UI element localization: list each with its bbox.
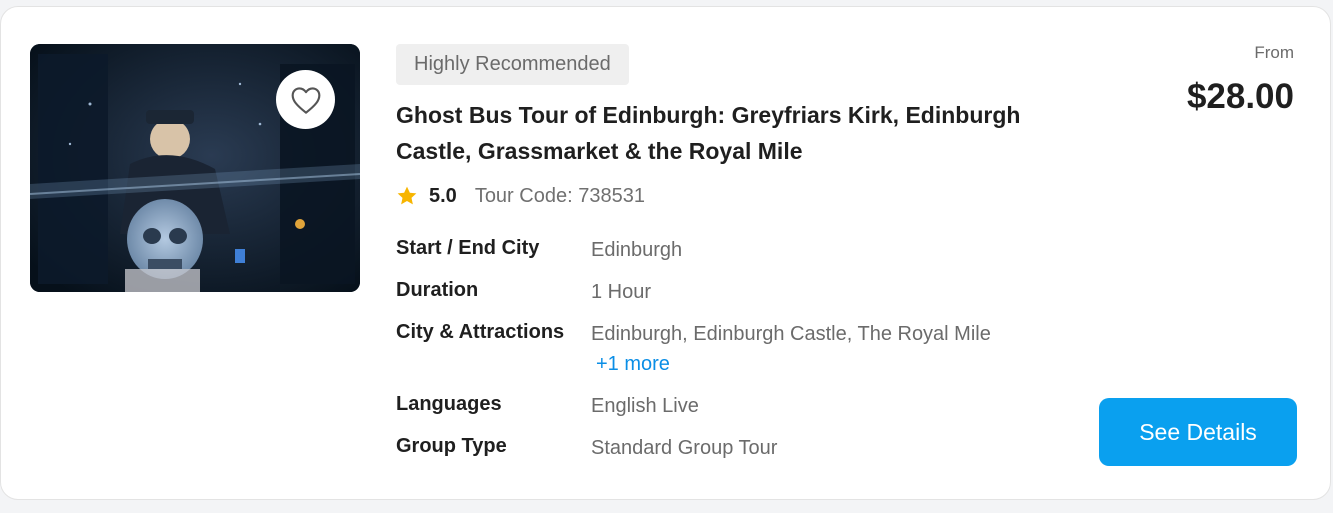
star-icon [397,186,417,205]
detail-label: Languages [396,393,502,415]
price-from-label: From [1254,43,1294,62]
tour-title[interactable]: Ghost Bus Tour of Edinburgh: Greyfriars … [396,97,1036,169]
detail-value: 1 Hour [591,281,652,303]
tour-code: Tour Code: 738531 [474,184,645,207]
detail-label: Duration [396,279,479,301]
detail-value: Edinburgh [591,239,683,261]
highly-recommended-badge: Highly Recommended [396,44,629,85]
favorite-button[interactable] [276,70,335,129]
see-details-button[interactable]: See Details [1099,398,1297,466]
price-value: $28.00 [1186,77,1294,116]
detail-value: Edinburgh, Edinburgh Castle, The Royal M… [591,323,991,345]
rating-value: 5.0 [429,184,457,207]
detail-label: City & Attractions [396,321,565,343]
heart-outline-icon [291,86,320,114]
tour-photo[interactable] [30,44,360,292]
detail-value: English Live [591,395,699,417]
tour-card[interactable]: Highly Recommended Ghost Bus Tour of Edi… [0,6,1331,500]
detail-label: Start / End City [396,237,540,259]
more-attractions-link[interactable]: +1 more [596,353,670,376]
rating-row: 5.0 Tour Code: 738531 [396,183,645,209]
detail-value: Standard Group Tour [591,437,778,459]
detail-label: Group Type [396,435,507,457]
